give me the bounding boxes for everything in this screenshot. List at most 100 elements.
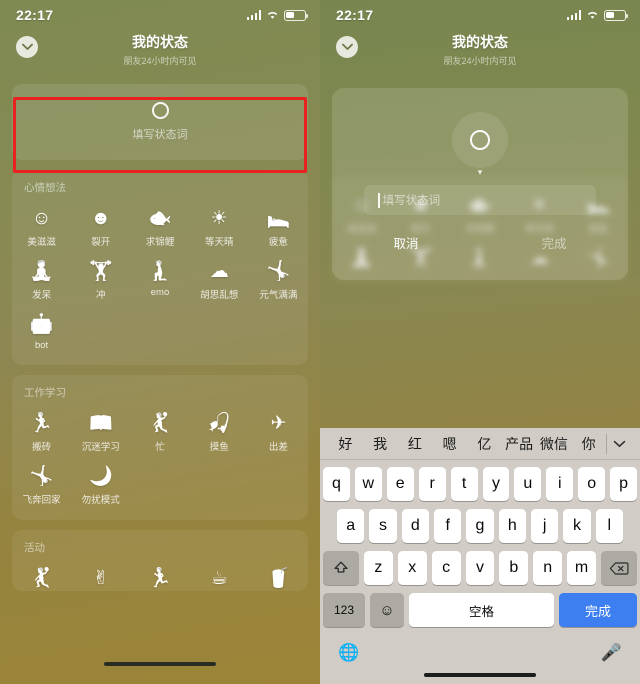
- keyboard-row-2: a s d f g h j k l: [323, 509, 637, 543]
- phone-screen-left: 22:17 我的状态 朋友24小时内可见 填写状态词 心情想法 ☺ 美滋滋 ☻ …: [0, 0, 320, 684]
- key-z[interactable]: z: [364, 551, 393, 585]
- status-option[interactable]: 🤾 忙: [130, 408, 189, 455]
- mood-grid: ☺ 美滋滋 ☻ 裂开 🐟 求锦鲤 ☀ 等天晴 🛌 疲惫 🧘 发呆 🏋 冲 🧎 emo ☁ 胡思乱想…: [12, 199, 308, 353]
- status-option[interactable]: ✌: [71, 563, 130, 591]
- status-option-label: 搬砖: [32, 442, 52, 453]
- prediction-candidate[interactable]: 我: [363, 434, 398, 454]
- space-key[interactable]: 空格: [409, 593, 554, 627]
- shift-key[interactable]: [323, 551, 359, 585]
- key-r[interactable]: r: [418, 467, 446, 501]
- status-option[interactable]: 🌙 勿扰模式: [71, 461, 130, 508]
- key-q[interactable]: q: [322, 467, 350, 501]
- done-button[interactable]: 完成: [480, 233, 628, 252]
- status-option[interactable]: ☻ 裂开: [71, 203, 130, 250]
- running-person-icon: 🏃: [148, 568, 172, 589]
- bubble-tea-icon: 🥤: [266, 568, 291, 589]
- status-option[interactable]: 🏃 搬砖: [12, 408, 71, 455]
- status-bar-icons: [246, 9, 309, 21]
- status-option[interactable]: 🛌 疲惫: [249, 203, 308, 250]
- status-option[interactable]: 🤸 元气满满: [249, 256, 308, 303]
- status-option[interactable]: ☕: [190, 563, 249, 591]
- status-ring-icon: [470, 130, 490, 150]
- globe-icon[interactable]: 🌐: [338, 643, 359, 663]
- status-option[interactable]: 🏃: [130, 563, 189, 591]
- status-option[interactable]: 🏋 冲: [71, 256, 130, 303]
- key-d[interactable]: d: [401, 509, 429, 543]
- backspace-key[interactable]: [601, 551, 638, 585]
- status-option[interactable]: ☁ 胡思乱想: [190, 256, 249, 303]
- section-title-activity: 活动: [24, 542, 45, 554]
- slacking-icon: 🎣: [207, 413, 232, 434]
- section-work-study: 工作学习 🏃 搬砖 📖 沉迷学习 🤾 忙 🎣 摸鱼 ✈ 出差 🤸 飞奔回家 🌙 勿扰模式: [12, 375, 308, 520]
- key-e[interactable]: e: [386, 467, 414, 501]
- expand-candidates-button[interactable]: [606, 433, 632, 454]
- key-k[interactable]: k: [563, 509, 591, 543]
- key-o[interactable]: o: [578, 467, 606, 501]
- status-bar-icons: [566, 9, 629, 21]
- page-title: 我的状态: [132, 34, 188, 50]
- key-p[interactable]: p: [610, 467, 638, 501]
- key-i[interactable]: i: [546, 467, 574, 501]
- key-h[interactable]: h: [498, 509, 526, 543]
- keyboard-done-key[interactable]: 完成: [559, 593, 637, 627]
- dialog-avatar[interactable]: [452, 112, 508, 168]
- key-v[interactable]: v: [465, 551, 495, 585]
- status-entry-card[interactable]: 填写状态词: [12, 84, 308, 160]
- key-j[interactable]: j: [530, 509, 559, 543]
- key-f[interactable]: f: [434, 509, 462, 543]
- coffee-cup-icon: ☕: [210, 568, 228, 589]
- status-option[interactable]: ☺ 美滋滋: [12, 203, 71, 250]
- status-entry-placeholder: 填写状态词: [132, 129, 188, 141]
- key-l[interactable]: l: [595, 509, 623, 543]
- cellular-bars-icon: [566, 10, 581, 20]
- microphone-icon[interactable]: 🎤: [601, 643, 622, 663]
- battery-icon: [604, 9, 629, 21]
- keyboard-row-1: q w e r t y u i o p: [322, 467, 638, 501]
- status-option[interactable]: 🧎 emo: [130, 256, 189, 303]
- prediction-candidate[interactable]: 嗯: [432, 434, 467, 454]
- status-text-input[interactable]: 填写状态词: [364, 185, 596, 215]
- status-option[interactable]: 🐟 求锦鲤: [130, 203, 189, 250]
- status-option[interactable]: 🤾: [12, 563, 71, 591]
- key-s[interactable]: s: [369, 509, 397, 543]
- key-u[interactable]: u: [514, 467, 542, 501]
- key-c[interactable]: c: [431, 551, 461, 585]
- key-n[interactable]: n: [533, 551, 563, 585]
- status-option[interactable]: 📖 沉迷学习: [71, 408, 130, 455]
- status-option[interactable]: 🎣 摸鱼: [190, 408, 249, 455]
- keyboard-rows: q w e r t y u i o p a s d f g h j k l z …: [320, 460, 640, 627]
- prediction-candidate[interactable]: 微信: [537, 434, 572, 454]
- keyboard-row-3: z x c v b n m: [323, 551, 638, 585]
- status-option[interactable]: ☀ 等天晴: [190, 203, 249, 250]
- prediction-candidate[interactable]: 产品: [502, 434, 537, 454]
- key-m[interactable]: m: [567, 551, 597, 585]
- key-x[interactable]: x: [397, 551, 427, 585]
- key-b[interactable]: b: [499, 551, 529, 585]
- status-option[interactable]: 🥤: [249, 563, 308, 591]
- prediction-candidate[interactable]: 好: [328, 434, 363, 454]
- keyboard-bottom-bar: 🌐 🎤: [320, 635, 640, 669]
- key-y[interactable]: y: [482, 467, 510, 501]
- tired-person-icon: 🛌: [266, 208, 291, 229]
- numeric-key[interactable]: 123: [323, 593, 365, 627]
- chevron-down-icon: [341, 43, 353, 51]
- robot-icon: 🤖: [29, 314, 54, 335]
- status-option[interactable]: 🤖 bot: [12, 309, 71, 353]
- key-g[interactable]: g: [466, 509, 494, 543]
- status-option-label: 元气满满: [259, 290, 298, 301]
- status-option[interactable]: 🧘 发呆: [12, 256, 71, 303]
- dialog-actions: 取消 完成: [332, 233, 628, 252]
- smiley-emoji-icon[interactable]: ☺: [370, 593, 404, 627]
- victory-hand-icon: ✌: [92, 568, 109, 589]
- prediction-candidate[interactable]: 亿: [467, 434, 502, 454]
- key-t[interactable]: t: [450, 467, 478, 501]
- cancel-button[interactable]: 取消: [332, 233, 480, 252]
- key-w[interactable]: w: [354, 467, 382, 501]
- screenshot-stage: 22:17 我的状态 朋友24小时内可见 填写状态词 心情想法 ☺ 美滋滋 ☻ …: [0, 0, 640, 684]
- status-option[interactable]: 🤸 飞奔回家: [12, 461, 71, 508]
- status-option[interactable]: ✈ 出差: [249, 408, 308, 455]
- prediction-candidate[interactable]: 你: [571, 434, 606, 454]
- page-subtitle: 朋友24小时内可见: [123, 56, 197, 66]
- prediction-candidate[interactable]: 红: [398, 434, 433, 454]
- key-a[interactable]: a: [337, 509, 365, 543]
